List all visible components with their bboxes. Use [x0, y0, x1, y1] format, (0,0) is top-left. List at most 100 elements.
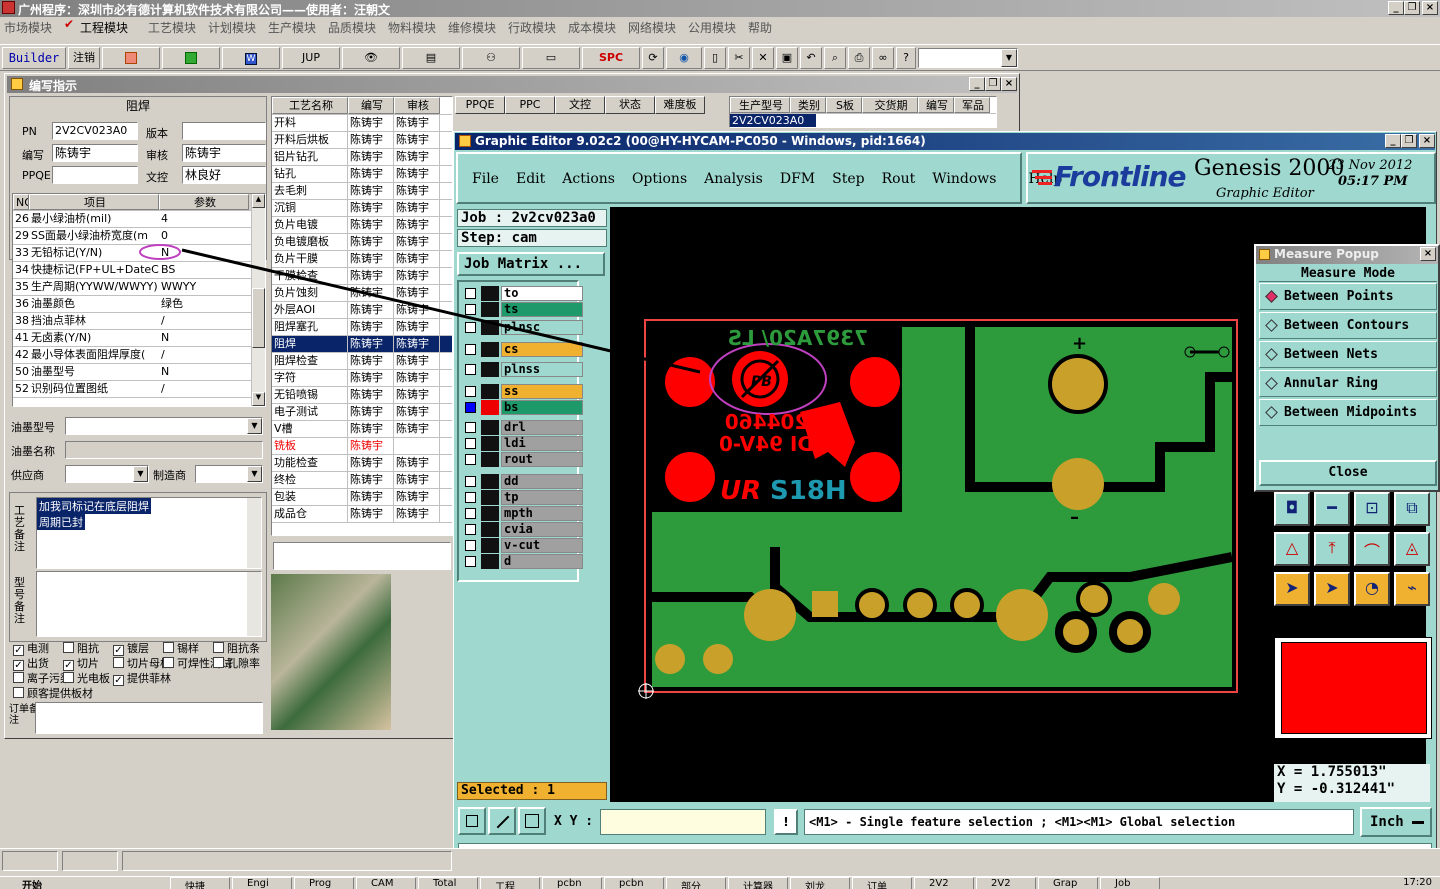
param-scrollbar[interactable]: ▲ ▼ [251, 194, 265, 406]
genesis-menu-rout[interactable]: Rout [882, 171, 916, 187]
genesis-close-button[interactable]: × [1419, 134, 1435, 148]
layer-tp[interactable]: tp [465, 490, 583, 505]
model-note-scrollbar[interactable] [247, 572, 261, 636]
taskbar-item[interactable]: 2V2 [976, 877, 1036, 889]
supplier-select[interactable]: ▼ [65, 465, 149, 483]
layer-drl[interactable]: drl [465, 420, 583, 435]
menu-3[interactable]: 计划模块 [208, 19, 256, 36]
inst-minimize-button[interactable]: _ [969, 77, 985, 91]
reviewer-field[interactable]: 陈铸宇 [182, 144, 266, 162]
taskbar-item[interactable]: pcbn [604, 877, 664, 889]
checkbox-12[interactable]: ✓ 提供菲林 [113, 670, 171, 686]
checkbox-3[interactable]: 锡样 [163, 640, 199, 656]
layer-ts[interactable]: ts [465, 302, 583, 317]
taskbar-item[interactable]: 快捷 [170, 877, 230, 889]
taskbar-item[interactable]: 刘龙 [790, 877, 850, 889]
menu-0[interactable]: 市场模块 [4, 19, 52, 36]
process-row[interactable]: 负电镀磨板 陈铸宇 陈铸宇 [272, 234, 452, 251]
measure-close-button[interactable]: Close [1259, 460, 1437, 486]
version-field[interactable] [182, 122, 266, 140]
new-button[interactable]: ▯ [704, 47, 726, 69]
measure-item-2[interactable]: Between Nets [1259, 341, 1437, 368]
right-table-row[interactable]: 2V2CV023A0 [730, 114, 816, 127]
param-row[interactable]: 41 无卤素(Y/N) N [13, 330, 265, 347]
chevron-down-icon[interactable]: ▼ [247, 466, 262, 482]
genesis-restore-button[interactable]: ❐ [1401, 134, 1417, 148]
checkbox-9[interactable]: 孔隙率 [213, 655, 260, 671]
process-row[interactable]: 负片电镀 陈铸宇 陈铸宇 [272, 217, 452, 234]
process-search-field[interactable] [273, 542, 451, 570]
layer-checkbox[interactable] [465, 364, 476, 375]
process-row[interactable]: 铝片钻孔 陈铸宇 陈铸宇 [272, 149, 452, 166]
genesis-menu-windows[interactable]: Windows [932, 171, 996, 187]
checkbox-6[interactable]: ✓ 切片 [63, 655, 99, 671]
preview-button[interactable]: ⌕ [824, 47, 846, 69]
genesis-menu-edit[interactable]: Edit [516, 171, 545, 187]
pointer-icon[interactable]: ➤ [1274, 572, 1310, 606]
alert-icon[interactable]: ! [774, 809, 798, 835]
people-button[interactable]: ⚇ [462, 47, 520, 69]
checkbox-box[interactable] [163, 642, 174, 653]
arc-icon[interactable]: ⌒ [1354, 532, 1390, 566]
checkbox-1[interactable]: 阻抗 [63, 640, 99, 656]
layer-bs[interactable]: bs [465, 400, 583, 415]
menu-8[interactable]: 行政模块 [508, 19, 556, 36]
help-button[interactable]: ? [896, 47, 916, 69]
menu-11[interactable]: 公用模块 [688, 19, 736, 36]
param-row[interactable]: 33 无铅标记(Y/N) N [13, 245, 265, 262]
layer-checkbox[interactable] [465, 454, 476, 465]
measure-button[interactable] [488, 807, 516, 835]
units-menu[interactable]: Inch [1360, 807, 1432, 837]
inst-restore-button[interactable]: ❐ [985, 77, 1001, 91]
checkbox-box[interactable] [63, 672, 74, 683]
taskbar-item[interactable]: pcbn [542, 877, 602, 889]
copy-field[interactable]: 林良好 [182, 166, 266, 184]
process-row[interactable]: 电子测试 陈铸宇 陈铸宇 [272, 404, 452, 421]
process-row[interactable]: 终检 陈铸宇 陈铸宇 [272, 472, 452, 489]
taskbar-item[interactable]: Total [418, 877, 478, 889]
menu-9[interactable]: 成本模块 [568, 19, 616, 36]
process-row[interactable]: 负片蚀刻 陈铸宇 陈铸宇 [272, 285, 452, 302]
measure-item-4[interactable]: Between Midpoints [1259, 399, 1437, 426]
start-button[interactable]: 开始 [22, 877, 42, 889]
taskbar-item[interactable]: Prog [294, 877, 354, 889]
process-row[interactable]: 钻孔 陈铸宇 陈铸宇 [272, 166, 452, 183]
toolbar-button-1[interactable] [102, 47, 160, 69]
layer-ldi[interactable]: ldi [465, 436, 583, 451]
layer-checkbox[interactable] [465, 524, 476, 535]
param-row[interactable]: 29 SS面最小绿油桥宽度(m 0 [13, 228, 265, 245]
layer-checkbox[interactable] [465, 556, 476, 567]
layer-checkbox[interactable] [465, 386, 476, 397]
scroll-up-icon[interactable]: ▲ [252, 194, 265, 208]
route-icon[interactable]: ⌁ [1394, 572, 1430, 606]
measure-item-1[interactable]: Between Contours [1259, 312, 1437, 339]
restore-button[interactable]: ❐ [1404, 1, 1420, 15]
inst-close-button[interactable]: × [1001, 77, 1017, 91]
layer-v-cut[interactable]: v-cut [465, 538, 583, 553]
print-button[interactable]: ⎙ [848, 47, 870, 69]
checkbox-box[interactable] [163, 657, 174, 668]
layer-checkbox[interactable] [465, 476, 476, 487]
process-row[interactable]: 去毛刺 陈铸宇 陈铸宇 [272, 183, 452, 200]
checkbox-box[interactable] [113, 657, 124, 668]
pn-field[interactable]: 2V2CV023A0 [52, 122, 138, 140]
checkbox-box[interactable] [213, 657, 224, 668]
process-row[interactable]: 阻焊检查 陈铸宇 陈铸宇 [272, 353, 452, 370]
process-row[interactable]: 功能检查 陈铸宇 陈铸宇 [272, 455, 452, 472]
param-row[interactable]: 42 最小导体表面阻焊厚度(/ [13, 347, 265, 364]
taskbar-item[interactable]: 工程 [480, 877, 540, 889]
genesis-menu-actions[interactable]: Actions [562, 171, 615, 187]
taskbar-item[interactable]: Engi [232, 877, 292, 889]
job-matrix-button[interactable]: Job Matrix ... [457, 252, 605, 276]
param-row[interactable]: 36 油墨颜色 绿色 [13, 296, 265, 313]
process-row[interactable]: 开料后烘板 陈铸宇 陈铸宇 [272, 132, 452, 149]
layer-cvia[interactable]: cvia [465, 522, 583, 537]
process-row[interactable]: 干膜检查 陈铸宇 陈铸宇 [272, 268, 452, 285]
param-row[interactable]: 50 油墨型号 N [13, 364, 265, 381]
layer-checkbox[interactable] [465, 508, 476, 519]
grid-button[interactable] [518, 807, 546, 835]
builder-button[interactable]: Builder [2, 47, 66, 69]
line-icon[interactable]: ━ [1314, 492, 1350, 526]
genesis-menu-dfm[interactable]: DFM [780, 171, 815, 187]
back-scroll-up-icon[interactable] [709, 96, 723, 114]
